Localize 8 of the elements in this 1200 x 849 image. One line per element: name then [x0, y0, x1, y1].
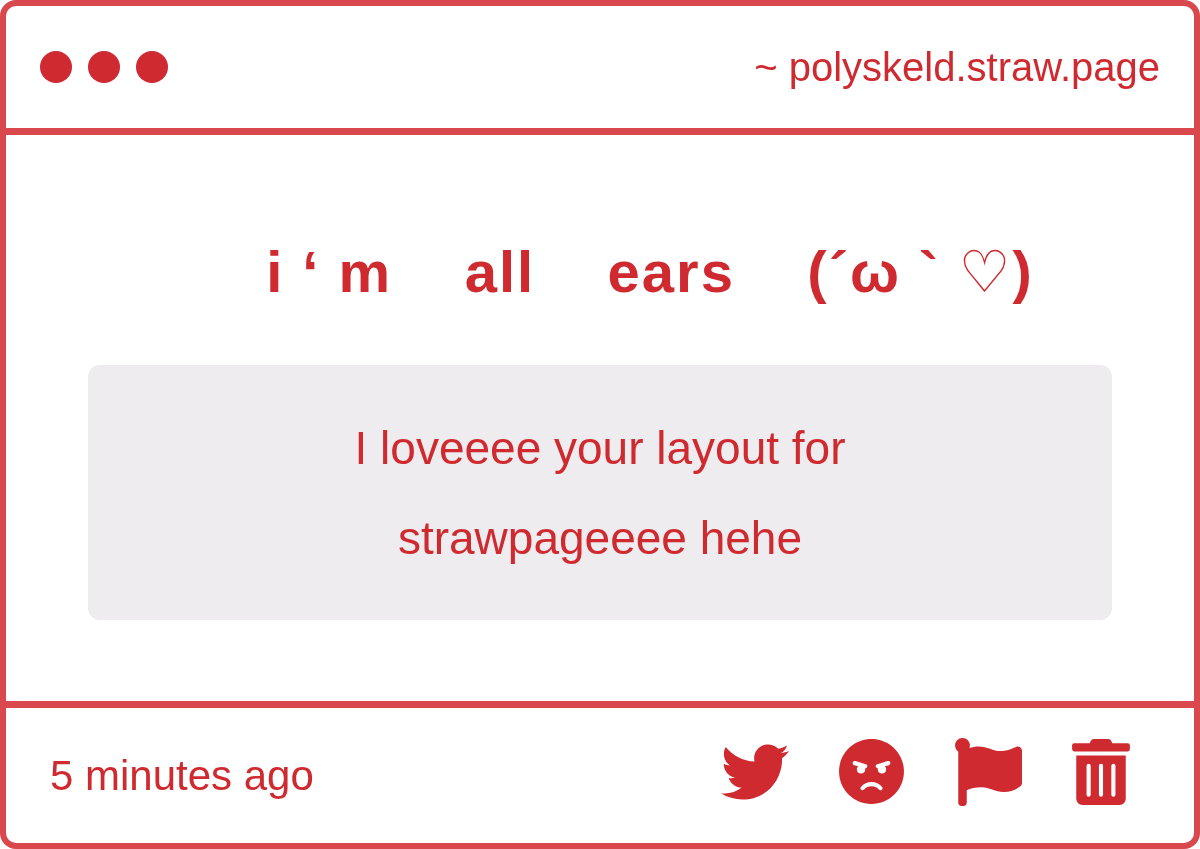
timestamp: 5 minutes ago — [50, 751, 314, 800]
angry-face-icon[interactable] — [839, 738, 904, 805]
trash-icon[interactable] — [1072, 738, 1130, 805]
window-dots-icon — [40, 51, 168, 83]
message-text: I loveeee your layout for strawpageeee hehe — [353, 420, 847, 566]
page-url: ~ polyskeld.straw.page — [754, 44, 1160, 90]
flag-icon[interactable] — [954, 737, 1022, 806]
page-title: i ‘ m all ears (´ω ` ♡) — [266, 240, 1034, 304]
